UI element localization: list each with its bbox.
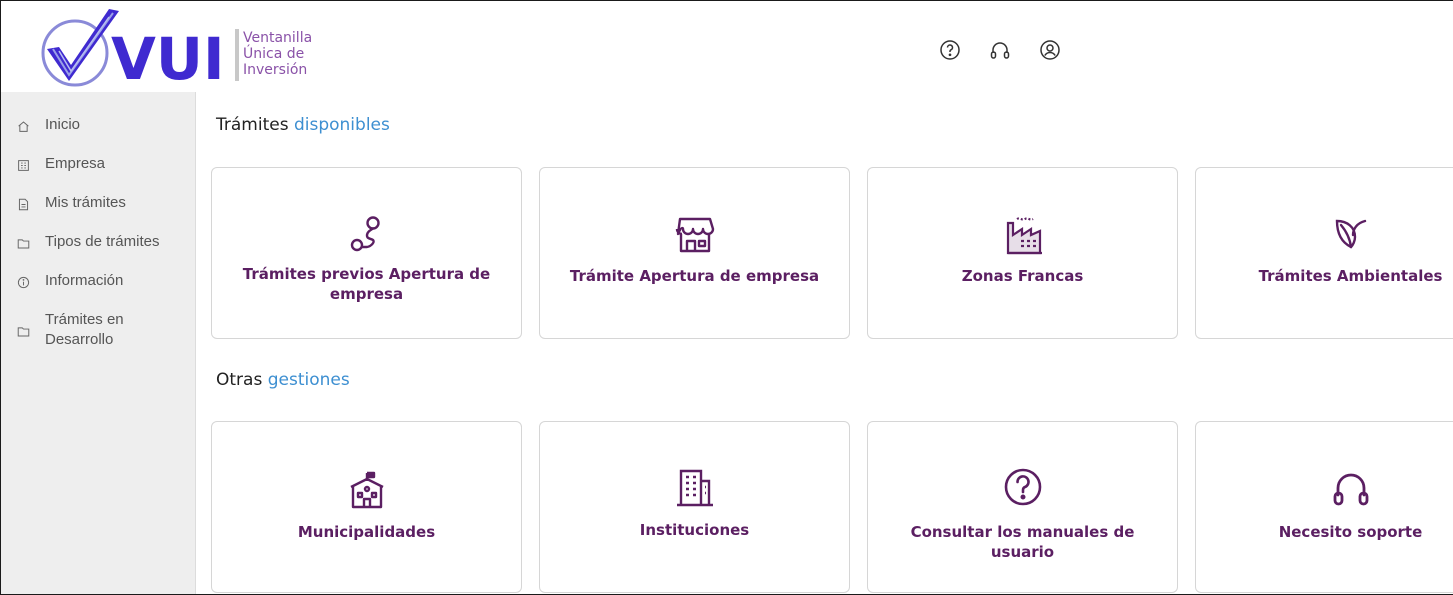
sidebar-item-label: Tipos de trámites [45,233,160,250]
card-tramites-previos[interactable]: Trámites previos Apertura de empresa [211,167,522,339]
logo-line: Única de [243,46,305,62]
card-label: Trámites Ambientales [1258,267,1443,285]
headset-icon [1196,466,1453,512]
header-actions [933,36,1067,64]
section-title-highlight: gestiones [267,370,350,390]
sidebar-item-tramites-en-desarrollo[interactable]: Trámites en Desarrollo [1,309,195,369]
other-cards: Municipalidades Instituciones Consultar … [211,421,1453,593]
headset-icon[interactable] [983,36,1017,64]
sidebar-item-label: Empresa [45,155,106,172]
help-icon[interactable] [933,36,967,64]
sidebar-item-tipos-de-tramites[interactable]: Tipos de trámites [1,231,195,270]
card-label: Consultar los manuales de usuario [910,523,1135,561]
sidebar: Inicio Empresa Mis trámites Tipos de trá… [1,92,196,594]
card-tramites-ambientales[interactable]: Trámites Ambientales [1195,167,1453,339]
card-label: Trámites previos Apertura de empresa [242,265,491,303]
card-label: Trámite Apertura de empresa [569,267,820,285]
section-title-plain: Trámites [216,115,289,135]
sidebar-item-empresa[interactable]: Empresa [1,153,195,192]
available-cards: Trámites previos Apertura de empresa Trá… [211,167,1453,339]
card-label: Instituciones [639,521,750,539]
app-frame: VUI Ventanilla Única de Inversión Inicio… [0,0,1453,595]
user-account-icon[interactable] [1033,36,1067,64]
sidebar-item-label: Mis trámites [45,194,126,211]
svg-text:VUI: VUI [111,25,225,91]
folder-icon [15,235,31,251]
leaf-icon [1196,212,1453,258]
section-title-plain: Otras [216,370,263,390]
card-necesito-soporte[interactable]: Necesito soporte [1195,421,1453,593]
card-instituciones[interactable]: Instituciones [539,421,850,593]
section-title-highlight: disponibles [293,115,390,135]
card-municipalidades[interactable]: Municipalidades [211,421,522,593]
top-header: VUI Ventanilla Única de Inversión [1,1,1453,93]
office-building-icon [540,464,849,510]
card-label: Necesito soporte [1278,523,1423,541]
card-zonas-francas[interactable]: Zonas Francas [867,167,1178,339]
question-circle-icon [868,464,1177,510]
info-icon [15,274,31,290]
sidebar-nav: Inicio Empresa Mis trámites Tipos de trá… [1,92,195,369]
sidebar-item-label: Trámites en Desarrollo [45,311,124,348]
card-label: Municipalidades [297,523,436,541]
home-icon [15,118,31,134]
logo-subtitle: Ventanilla Única de Inversión [243,30,312,78]
factory-icon [868,212,1177,258]
section-title-other: Otras gestiones [216,370,350,390]
route-pin-icon [212,212,521,258]
sidebar-item-mis-tramites[interactable]: Mis trámites [1,192,195,231]
storefront-icon [540,212,849,258]
card-manuales-usuario[interactable]: Consultar los manuales de usuario [867,421,1178,593]
sidebar-item-inicio[interactable]: Inicio [1,114,195,153]
logo-line: Ventanilla [243,30,313,46]
building-icon [15,157,31,173]
document-icon [15,196,31,212]
section-title-available: Trámites disponibles [216,115,390,135]
vui-logo[interactable]: VUI [39,9,239,93]
card-label: Zonas Francas [961,267,1084,285]
sidebar-item-informacion[interactable]: Información [1,270,195,309]
sidebar-item-label: Información [45,272,124,289]
sidebar-item-label: Inicio [45,116,81,133]
logo-line: Inversión [243,62,308,78]
card-apertura-empresa[interactable]: Trámite Apertura de empresa [539,167,850,339]
folder-icon [15,323,31,339]
school-building-icon [212,468,521,514]
